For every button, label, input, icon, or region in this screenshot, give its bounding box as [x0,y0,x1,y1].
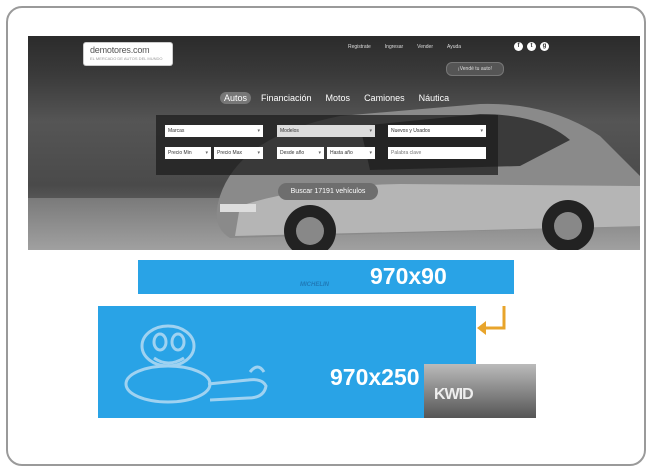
brand-select[interactable]: Marcas ▾ [165,125,263,137]
tab-motos[interactable]: Motos [322,92,355,104]
chevron-down-icon: ▾ [257,128,260,134]
price-min-select[interactable]: Precio Min ▾ [165,147,211,159]
chevron-down-icon: ▾ [369,150,372,156]
google-plus-icon[interactable]: g [540,42,549,51]
michelin-man-icon [124,324,268,404]
billboard-size-label: 970x250 [330,364,420,390]
nav-vender[interactable]: Vender [417,44,433,50]
chevron-down-icon: ▾ [205,150,208,156]
nav-ingresar[interactable]: Ingresar [385,44,403,50]
logo-text: demotores.com [90,45,150,55]
vehicle-type-tabs: Autos Financiación Motos Camiones Náutic… [220,92,453,104]
year-to-value: Hasta año [330,150,353,156]
model-select[interactable]: Modelos ▾ [277,125,375,137]
top-nav: Registrate Ingresar Vender Ayuda [348,44,461,50]
side-ad-text: KWID [434,386,474,403]
leaderboard-ad[interactable] [138,260,514,294]
condition-select-value: Nuevos y Usados [391,128,431,134]
sell-car-button[interactable]: ¡Vendé tu auto! [446,62,504,76]
michelin-logo: MICHELIN [300,282,329,288]
year-from-value: Desde año [280,150,305,156]
search-panel: Marcas ▾ Modelos ▾ Nuevos y Usados ▾ Precio… [156,115,498,175]
billboard-ad[interactable] [98,306,476,418]
price-max-value: Precio Max [217,150,243,156]
tab-camiones[interactable]: Camiones [360,92,409,104]
search-button[interactable]: Buscar 17191 vehículos [278,183,378,200]
leaderboard-size-label: 970x90 [370,263,447,289]
year-from-select[interactable]: Desde año ▾ [277,147,324,159]
chevron-down-icon: ▾ [318,150,321,156]
chevron-down-icon: ▾ [480,128,483,134]
chevron-down-icon: ▾ [369,128,372,134]
price-min-value: Precio Min [168,150,192,156]
arrow-icon [477,306,506,335]
brand-select-value: Marcas [168,128,185,134]
condition-select[interactable]: Nuevos y Usados ▾ [388,125,486,137]
hero-section: demotores.com EL MERCADO DE AUTOS DEL MU… [28,36,640,250]
tab-nautica[interactable]: Náutica [415,92,454,104]
twitter-icon[interactable]: t [527,42,536,51]
keyword-input[interactable] [388,147,486,159]
price-max-select[interactable]: Precio Max ▾ [214,147,263,159]
website: demotores.com EL MERCADO DE AUTOS DEL MU… [28,36,640,418]
facebook-icon[interactable]: f [514,42,523,51]
site-logo[interactable]: demotores.com EL MERCADO DE AUTOS DEL MU… [84,43,172,65]
tab-financiacion[interactable]: Financiación [257,92,316,104]
model-select-value: Modelos [280,128,299,134]
chevron-down-icon: ▾ [257,150,260,156]
nav-ayuda[interactable]: Ayuda [447,44,461,50]
tab-autos[interactable]: Autos [220,92,252,104]
social-links: f t g [514,42,549,51]
nav-registrate[interactable]: Registrate [348,44,371,50]
logo-tagline: EL MERCADO DE AUTOS DEL MUNDO [90,56,163,61]
year-to-select[interactable]: Hasta año ▾ [327,147,375,159]
